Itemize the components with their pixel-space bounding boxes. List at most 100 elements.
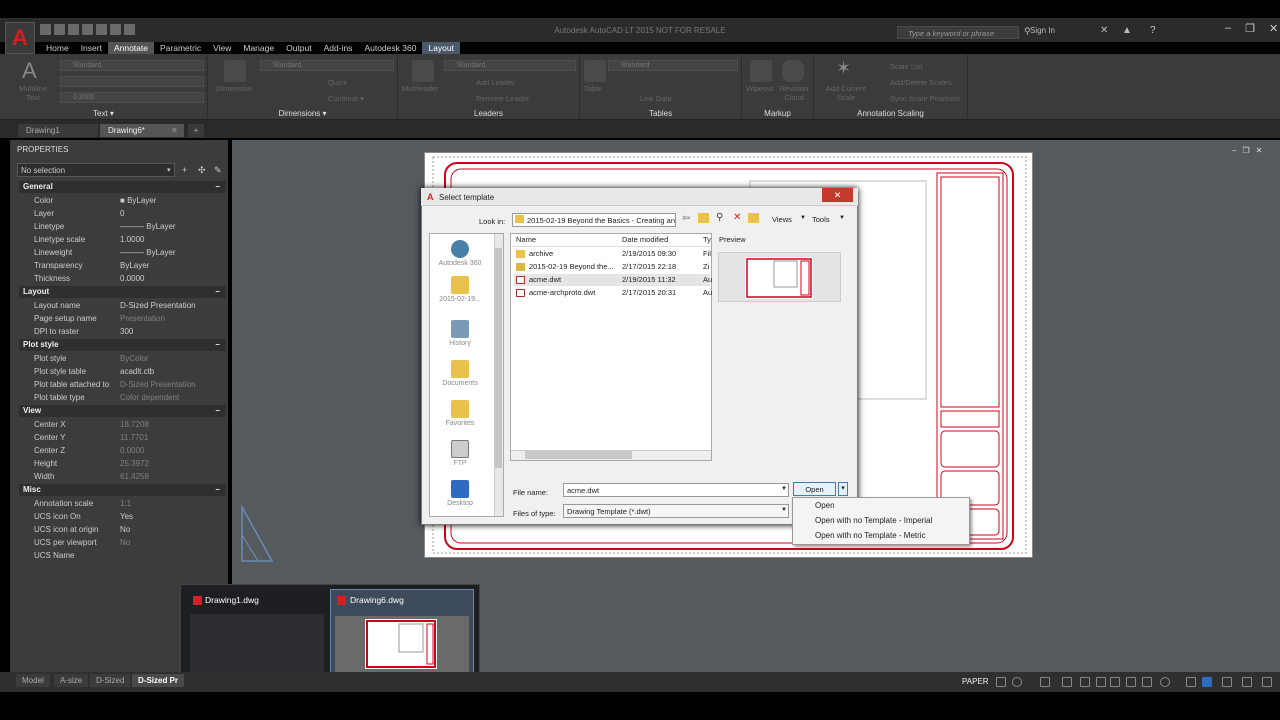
transparency-icon[interactable] bbox=[1080, 677, 1090, 687]
file-row[interactable]: acme-archproto.dwt 2/17/2015 20:31 Au bbox=[514, 287, 712, 299]
selection-dropdown[interactable]: No selection bbox=[17, 163, 175, 177]
prop-row[interactable]: Plot style ByColor bbox=[19, 352, 226, 365]
continue-button[interactable]: Continue ▾ bbox=[328, 94, 364, 103]
table-icon[interactable] bbox=[584, 60, 606, 82]
layout-tab-model[interactable]: Model bbox=[16, 674, 50, 687]
place-favorites[interactable]: Favorites bbox=[430, 400, 490, 427]
multiline-text-icon[interactable]: A bbox=[22, 58, 37, 84]
place-documents[interactable]: Documents bbox=[430, 360, 490, 387]
place-ftp[interactable]: FTP bbox=[430, 440, 490, 467]
selection-cycling-icon[interactable] bbox=[1096, 677, 1106, 687]
create-folder-icon[interactable] bbox=[748, 213, 759, 223]
undo-icon[interactable] bbox=[110, 24, 121, 35]
annotation-scale-icon[interactable] bbox=[1142, 677, 1152, 687]
scale-list-button[interactable]: Scale List bbox=[890, 62, 923, 71]
table-button[interactable]: Table bbox=[584, 84, 602, 93]
back-icon[interactable]: ⇦ bbox=[682, 213, 690, 224]
viewport-minimize-icon[interactable]: – bbox=[1232, 146, 1236, 155]
file-row[interactable]: 2015-02-19 Beyond the... 2/17/2015 22:18 Z… bbox=[514, 261, 710, 273]
wipeout-icon[interactable] bbox=[750, 60, 772, 82]
osnap-icon[interactable] bbox=[1040, 677, 1050, 687]
prop-row[interactable]: UCS icon On Yes bbox=[19, 510, 226, 523]
file-name-field[interactable]: acme.dwt bbox=[563, 483, 789, 497]
customization-icon[interactable] bbox=[1262, 677, 1272, 687]
place-desktop[interactable]: Desktop bbox=[430, 480, 490, 507]
prop-row[interactable]: DPI to raster 300 bbox=[19, 325, 226, 338]
column-date[interactable]: Date modified bbox=[622, 235, 668, 244]
tab-insert[interactable]: Insert bbox=[75, 42, 108, 54]
delete-icon[interactable]: ✕ bbox=[733, 212, 741, 223]
menu-item-open-metric[interactable]: Open with no Template - Metric bbox=[815, 531, 926, 540]
prop-row[interactable]: Center X 18.7208 bbox=[19, 418, 226, 431]
places-scroll-thumb[interactable] bbox=[495, 248, 502, 468]
text-height-field[interactable]: 0.2000 bbox=[60, 92, 204, 103]
link-data-button[interactable]: Link Data bbox=[640, 94, 672, 103]
ortho-icon[interactable] bbox=[1012, 677, 1022, 687]
category-view[interactable]: View – bbox=[19, 405, 226, 417]
text-layer-dropdown[interactable] bbox=[60, 76, 204, 87]
tab-layout[interactable]: Layout bbox=[422, 42, 460, 54]
prop-row[interactable]: Width 61.4258 bbox=[19, 470, 226, 483]
prop-row[interactable]: UCS icon at origin No bbox=[19, 523, 226, 536]
add-current-scale-button[interactable]: Add Current Scale bbox=[818, 84, 874, 102]
tab-view[interactable]: View bbox=[207, 42, 237, 54]
add-current-scale-icon[interactable]: ✶ bbox=[836, 58, 851, 79]
paper-space-toggle[interactable]: PAPER bbox=[962, 677, 989, 686]
tools-menu[interactable]: Tools bbox=[812, 215, 830, 224]
dimensions-panel-label[interactable]: Dimensions ▾ bbox=[208, 109, 397, 118]
multiline-text-button[interactable]: Multiline Text bbox=[16, 84, 50, 102]
column-type[interactable]: Ty bbox=[703, 235, 711, 244]
open-button[interactable]: Open bbox=[793, 482, 836, 496]
prop-row[interactable]: Height 25.3972 bbox=[19, 457, 226, 470]
quick-select-icon[interactable]: ✎ bbox=[214, 165, 222, 176]
layout-tab-a-size[interactable]: A-size bbox=[54, 674, 89, 687]
prop-row[interactable]: Transparency ByLayer bbox=[19, 259, 226, 272]
views-arrow-icon[interactable]: ▼ bbox=[800, 215, 806, 221]
lineweight-icon[interactable] bbox=[1062, 677, 1072, 687]
tab-parametric[interactable]: Parametric bbox=[154, 42, 207, 54]
file-row-selected[interactable]: acme.dwt 2/19/2015 11:32 Au bbox=[514, 274, 712, 286]
prop-row[interactable]: Linetype scale 1.0000 bbox=[19, 233, 226, 246]
prop-row[interactable]: Plot table type Color dependent bbox=[19, 391, 226, 404]
category-misc[interactable]: Misc – bbox=[19, 484, 226, 496]
selection-arrow-icon[interactable]: ▾ bbox=[167, 166, 171, 174]
dimension-button[interactable]: Dimension bbox=[216, 84, 251, 93]
revision-cloud-button[interactable]: Revision Cloud bbox=[776, 84, 812, 102]
dim-style-dropdown[interactable]: Standard bbox=[260, 60, 394, 71]
text-panel-label[interactable]: Text ▾ bbox=[0, 109, 207, 118]
file-row[interactable]: archive 2/19/2015 09:30 Fil bbox=[514, 248, 711, 260]
open-options-arrow[interactable]: ▾ bbox=[838, 482, 848, 496]
new-tab-button[interactable]: + bbox=[188, 124, 204, 137]
hscroll-thumb[interactable] bbox=[525, 451, 632, 459]
help-icon[interactable]: ? bbox=[1150, 25, 1156, 36]
prop-row[interactable]: Linetype ——— ByLayer bbox=[19, 220, 226, 233]
grid-icon[interactable] bbox=[996, 677, 1006, 687]
file-type-dropdown[interactable]: Drawing Template (*.dwt) bbox=[563, 504, 789, 518]
close-tab-icon[interactable]: ✕ bbox=[171, 126, 178, 135]
views-menu[interactable]: Views bbox=[772, 215, 792, 224]
multileader-icon[interactable] bbox=[412, 60, 434, 82]
dialog-close-button[interactable]: ✕ bbox=[822, 188, 853, 202]
doc-tab-drawing1[interactable]: Drawing1 bbox=[18, 124, 98, 137]
save-icon[interactable] bbox=[68, 24, 79, 35]
prop-row[interactable]: Thickness 0.0000 bbox=[19, 272, 226, 285]
annotation-visibility-icon[interactable] bbox=[1110, 677, 1120, 687]
exchange-icon[interactable]: ✕ bbox=[1100, 25, 1108, 36]
autodesk-icon[interactable]: ▲ bbox=[1122, 25, 1132, 36]
layout-tab-d-sized[interactable]: D-Sized bbox=[90, 674, 131, 687]
layout-tab-d-sized-presentation[interactable]: D-Sized Pr bbox=[132, 674, 185, 687]
tab-autodesk-360[interactable]: Autodesk 360 bbox=[358, 42, 422, 54]
new-icon[interactable] bbox=[40, 24, 51, 35]
hardware-accel-icon[interactable] bbox=[1222, 677, 1232, 687]
table-style-dropdown[interactable]: Standard bbox=[608, 60, 738, 71]
look-in-dropdown[interactable]: 2015-02-19 Beyond the Basics - Creating … bbox=[512, 213, 676, 227]
add-leader-button[interactable]: Add Leader bbox=[476, 78, 515, 87]
toggle-pickadd-icon[interactable]: + bbox=[182, 165, 187, 175]
viewport-restore-icon[interactable]: ❐ bbox=[1242, 146, 1249, 155]
redo-icon[interactable] bbox=[124, 24, 135, 35]
sign-in-button[interactable]: Sign In bbox=[1030, 26, 1055, 35]
tab-add-ins[interactable]: Add-ins bbox=[318, 42, 359, 54]
auto-scale-icon[interactable] bbox=[1126, 677, 1136, 687]
select-objects-icon[interactable]: ✣ bbox=[198, 165, 206, 176]
plot-icon[interactable] bbox=[96, 24, 107, 35]
